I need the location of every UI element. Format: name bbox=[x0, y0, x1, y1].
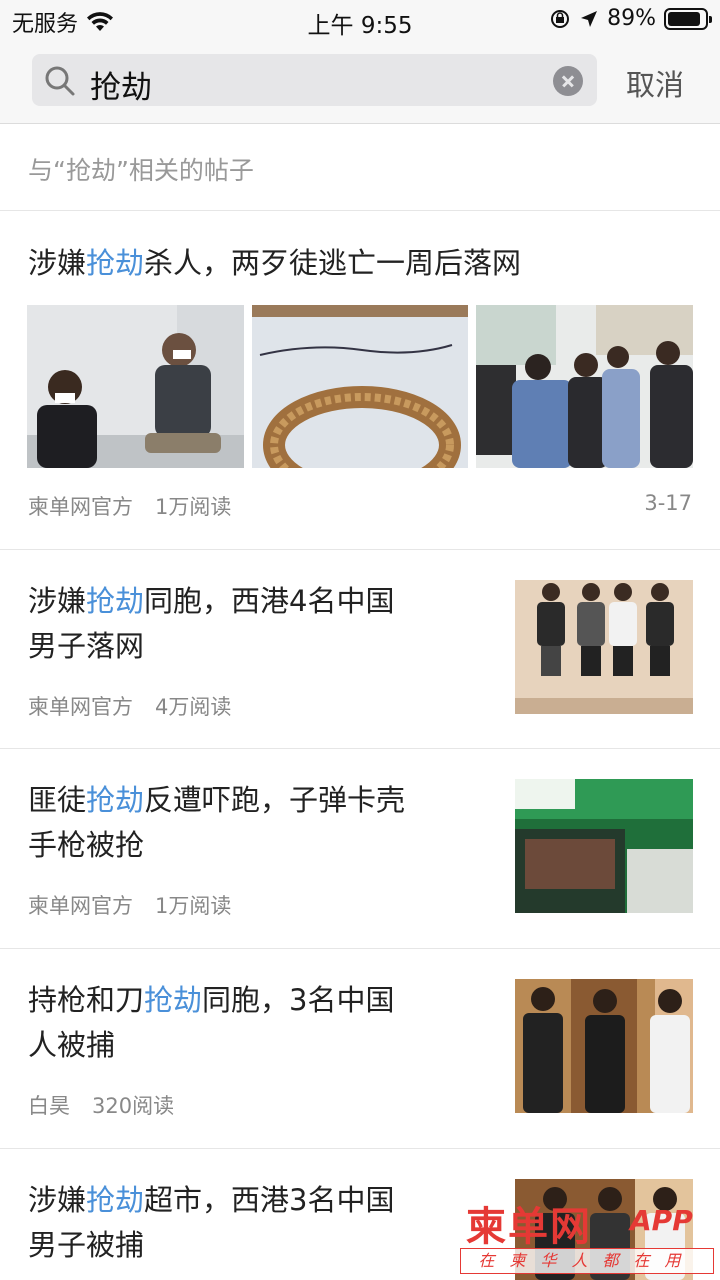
battery-percent: 89% bbox=[607, 6, 656, 31]
clear-icon[interactable] bbox=[553, 66, 583, 96]
rotation-lock-icon bbox=[551, 9, 570, 28]
post-reads: 1万阅读 bbox=[155, 894, 232, 918]
post-title[interactable]: 涉嫌抢劫同胞，西港4名中国 男子落网 bbox=[28, 579, 394, 669]
post-author: 柬单网官方 bbox=[28, 495, 133, 519]
cancel-button[interactable]: 取消 bbox=[626, 62, 684, 104]
watermark-brand: 柬单网 bbox=[466, 1204, 592, 1250]
post-card[interactable]: 涉嫌抢劫杀人，两歹徒逃亡一周后落网 柬单网官方 1万阅读 3-17 bbox=[0, 211, 720, 550]
post-title[interactable]: 持枪和刀抢劫同胞，3名中国 人被捕 bbox=[28, 978, 394, 1068]
post-author: 柬单网官方 bbox=[28, 695, 133, 719]
post-title[interactable]: 涉嫌抢劫超市，西港3名中国 男子被捕 bbox=[28, 1178, 394, 1268]
four-suspects-photo[interactable] bbox=[515, 580, 693, 714]
watermark-app: APP bbox=[630, 1204, 693, 1237]
police-crowd-photo[interactable] bbox=[476, 305, 693, 468]
post-meta: 白昊 320阅读 bbox=[28, 1090, 174, 1120]
watermark-logo: 柬单网 APP 在柬华人都在用 bbox=[460, 1194, 716, 1278]
post-meta: 柬单网官方 1万阅读 bbox=[28, 890, 231, 920]
search-input[interactable]: 抢劫 bbox=[90, 62, 152, 107]
post-meta: 柬单网官方 4万阅读 bbox=[28, 691, 231, 721]
post-reads: 1万阅读 bbox=[155, 495, 232, 519]
post-card[interactable]: 涉嫌抢劫同胞，西港4名中国 男子落网 柬单网官方 4万阅读 bbox=[0, 550, 720, 749]
watermark-tagline: 在柬华人都在用 bbox=[460, 1248, 714, 1274]
gold-bracelet-note-photo[interactable] bbox=[252, 305, 468, 468]
battery-icon bbox=[664, 7, 712, 30]
post-date: 3-17 bbox=[644, 491, 692, 515]
search-icon bbox=[45, 66, 75, 96]
top-bar: 无服务 上午 9:55 89% 抢劫 取消 bbox=[0, 0, 720, 124]
section-header: 与“抢劫”相关的帖子 bbox=[0, 125, 720, 211]
section-title: 与“抢劫”相关的帖子 bbox=[28, 156, 254, 185]
post-author: 柬单网官方 bbox=[28, 894, 133, 918]
post-reads: 4万阅读 bbox=[155, 695, 232, 719]
post-reads: 320阅读 bbox=[92, 1094, 175, 1118]
arrest-photo[interactable] bbox=[27, 305, 244, 468]
location-icon bbox=[581, 10, 598, 27]
post-meta: 柬单网官方 1万阅读 bbox=[28, 491, 231, 521]
post-card[interactable]: 匪徒抢劫反遭吓跑，子弹卡壳 手枪被抢 柬单网官方 1万阅读 bbox=[0, 749, 720, 949]
storefront-photo[interactable] bbox=[515, 779, 693, 913]
post-title[interactable]: 涉嫌抢劫杀人，两歹徒逃亡一周后落网 bbox=[28, 241, 521, 286]
status-bar: 无服务 上午 9:55 89% bbox=[0, 0, 720, 40]
post-title[interactable]: 匪徒抢劫反遭吓跑，子弹卡壳 手枪被抢 bbox=[28, 778, 405, 868]
three-suspects-photo[interactable] bbox=[515, 979, 693, 1113]
search-field[interactable]: 抢劫 bbox=[32, 54, 597, 106]
post-card[interactable]: 持枪和刀抢劫同胞，3名中国 人被捕 白昊 320阅读 bbox=[0, 949, 720, 1149]
post-author: 白昊 bbox=[28, 1094, 70, 1118]
